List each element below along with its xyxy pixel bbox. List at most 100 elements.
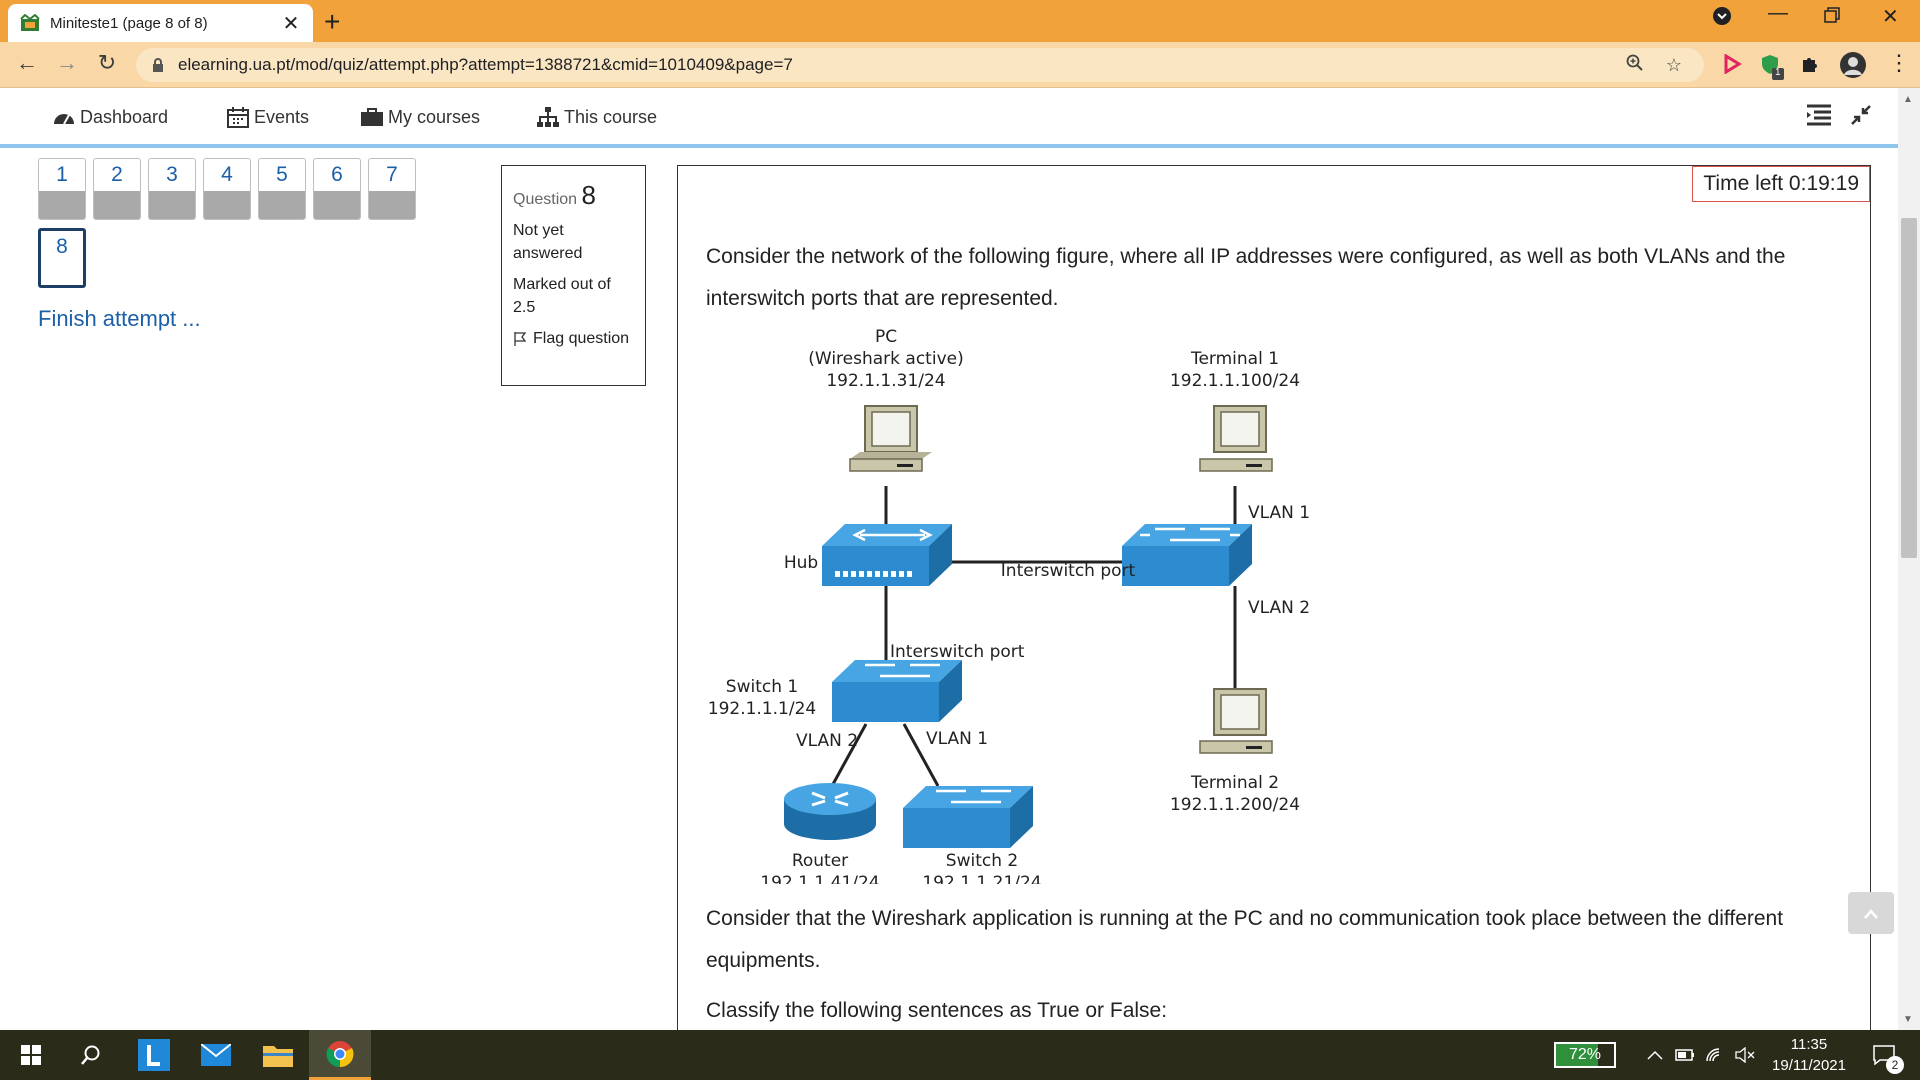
flag-question-label: Flag question: [533, 330, 630, 347]
question-info-box: Question 8 Not yet answered Marked out o…: [501, 165, 646, 386]
address-bar[interactable]: elearning.ua.pt/mod/quiz/attempt.php?att…: [136, 48, 1704, 82]
site-navbar: Dashboard Events My courses This course: [0, 88, 1898, 148]
back-icon[interactable]: ←: [12, 50, 42, 76]
maximize-icon[interactable]: [1824, 6, 1840, 29]
quiz-timer: Time left 0:19:19: [1692, 166, 1870, 202]
chevron-up-tray-icon[interactable]: [1640, 1030, 1670, 1080]
quiz-nav-number: 2: [111, 163, 123, 186]
nav-dashboard[interactable]: Dashboard: [52, 106, 168, 128]
mail-icon[interactable]: [195, 1030, 237, 1080]
question-content: Time left 0:19:19 Consider the network o…: [677, 165, 1871, 1045]
bookmark-star-icon[interactable]: ☆: [1666, 55, 1682, 76]
browser-tab-strip: Miniteste1 (page 8 of 8) ✕ + — ✕: [0, 0, 1920, 42]
nav-events[interactable]: Events: [226, 106, 309, 128]
terminal-1-ip-label: 192.1.1.100/24: [1170, 371, 1300, 391]
zoom-icon[interactable]: [1626, 54, 1644, 77]
interswitch-port-label-left: Interswitch port: [890, 642, 1025, 662]
puzzle-extensions-icon[interactable]: [1800, 54, 1820, 80]
question-intro-text: Consider the network of the following fi…: [706, 245, 1786, 310]
chevron-up-icon: [1864, 909, 1878, 919]
pc-label: PC: [875, 327, 897, 347]
battery-tray-icon[interactable]: [1670, 1030, 1700, 1080]
terminal-1-label: Terminal 1: [1190, 349, 1279, 369]
nav-this-course[interactable]: This course: [536, 106, 657, 128]
battery-percent: 72%: [1568, 1046, 1602, 1063]
windows-taskbar: 72% 11:35 19/11/2021 2: [0, 1030, 1920, 1080]
url-text: elearning.ua.pt/mod/quiz/attempt.php?att…: [178, 55, 793, 74]
router-ip-label: 192.1.1.41/24: [760, 873, 879, 884]
vlan2-left-label: VLAN 2: [796, 731, 858, 751]
new-tab-button[interactable]: +: [324, 6, 340, 38]
clock[interactable]: 11:35 19/11/2021: [1764, 1030, 1854, 1080]
scroll-down-icon[interactable]: ▼: [1903, 1014, 1913, 1025]
close-window-icon[interactable]: ✕: [1882, 4, 1899, 29]
windows-logo-icon: [21, 1045, 41, 1065]
collapse-icon[interactable]: [1850, 104, 1872, 133]
quiz-nav-number: 7: [386, 163, 398, 186]
pc-icon: [849, 405, 932, 472]
wifi-icon[interactable]: [1700, 1030, 1730, 1080]
start-button[interactable]: [10, 1030, 52, 1080]
question-scenario-text: Consider that the Wireshark application …: [706, 907, 1784, 972]
lock-icon: [153, 58, 163, 72]
switch-2-ip-label: 192.1.1.21/24: [922, 873, 1041, 884]
browser-tab[interactable]: Miniteste1 (page 8 of 8) ✕: [8, 4, 313, 42]
quiz-nav-button-3[interactable]: 3: [148, 158, 196, 220]
chrome-taskbar-icon[interactable]: [309, 1030, 371, 1080]
reload-icon[interactable]: ↻: [92, 50, 122, 76]
extension-badge: 1: [1775, 67, 1781, 78]
router-label: Router: [792, 851, 848, 871]
quiz-nav-number: 6: [331, 163, 343, 186]
browser-menu-icon[interactable]: ⋮: [1888, 50, 1910, 76]
question-status: Not yet answered: [513, 222, 583, 262]
quiz-nav-button-6[interactable]: 6: [313, 158, 361, 220]
quiz-nav-button-8-current[interactable]: 8: [38, 228, 86, 288]
quiz-nav-button-7[interactable]: 7: [368, 158, 416, 220]
quiz-nav-button-2[interactable]: 2: [93, 158, 141, 220]
terminal-2-icon: [1199, 688, 1273, 754]
drawer-toggle-icon[interactable]: [1806, 104, 1832, 133]
flag-question-link[interactable]: Flag question: [513, 327, 634, 350]
quiz-nav-button-4[interactable]: 4: [203, 158, 251, 220]
search-icon[interactable]: [70, 1030, 112, 1080]
terminal-2-label: Terminal 2: [1190, 773, 1279, 793]
briefcase-icon: [361, 108, 383, 126]
dashboard-icon: [54, 114, 74, 125]
scrollbar-thumb[interactable]: [1901, 218, 1917, 558]
notifications-icon[interactable]: 2: [1864, 1030, 1904, 1080]
interswitch-port-label-top: Interswitch port: [1001, 561, 1136, 581]
quiz-nav-button-1[interactable]: 1: [38, 158, 86, 220]
file-explorer-icon[interactable]: [257, 1030, 299, 1080]
volume-muted-icon[interactable]: [1730, 1030, 1760, 1080]
scroll-up-icon[interactable]: ▲: [1903, 94, 1913, 105]
play-extension-icon[interactable]: [1722, 53, 1742, 80]
shield-extension-icon[interactable]: 1: [1760, 54, 1786, 86]
router-icon: [784, 783, 876, 840]
nav-this-course-label: This course: [564, 106, 658, 127]
tab-search-icon[interactable]: [1712, 6, 1732, 32]
terminal-1-icon: [1199, 405, 1273, 472]
battery-indicator[interactable]: 72%: [1554, 1042, 1616, 1068]
tab-close-icon[interactable]: ✕: [281, 11, 301, 36]
profile-avatar[interactable]: [1840, 52, 1866, 84]
switch-1-icon: [832, 660, 962, 722]
quiz-nav-number: 4: [221, 163, 233, 186]
vlan1-right-label: VLAN 1: [1248, 503, 1310, 523]
nav-dashboard-label: Dashboard: [80, 106, 169, 127]
vlan1-left-label: VLAN 1: [926, 729, 988, 749]
nav-my-courses[interactable]: My courses: [360, 106, 480, 128]
launcher-app-icon[interactable]: [133, 1030, 175, 1080]
hub-icon: [822, 524, 952, 586]
network-diagram: PC (Wireshark active) 192.1.1.31/24 Term…: [708, 327, 1310, 884]
forward-icon[interactable]: →: [52, 50, 82, 76]
pc-wireshark-label: (Wireshark active): [808, 349, 963, 369]
finish-attempt-link[interactable]: Finish attempt ...: [38, 306, 201, 332]
switch-2-label: Switch 2: [946, 851, 1018, 871]
scroll-to-top-button[interactable]: [1848, 892, 1894, 934]
quiz-nav-button-5[interactable]: 5: [258, 158, 306, 220]
minimize-icon[interactable]: —: [1768, 2, 1788, 25]
nav-events-label: Events: [254, 106, 310, 127]
moodle-favicon-icon: [20, 14, 40, 31]
question-number-value: 8: [581, 180, 596, 210]
page-scrollbar[interactable]: ▲ ▼: [1898, 88, 1920, 1030]
